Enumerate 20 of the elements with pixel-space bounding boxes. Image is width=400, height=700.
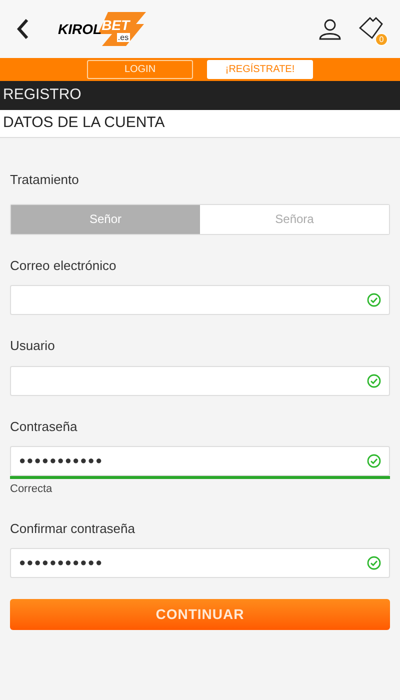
password-field[interactable]: ●●●●●●●●●●● <box>10 548 390 578</box>
register-button[interactable]: ¡REGÍSTRATE! <box>207 60 313 79</box>
user-icon[interactable] <box>318 17 342 41</box>
field-label: Usuario <box>10 337 56 355</box>
betslip-count-badge: 0 <box>375 33 388 46</box>
strength-text: Correcta <box>10 482 54 497</box>
field-label: Confirmar contraseña <box>10 520 136 538</box>
salutation-option[interactable]: Señora <box>200 204 389 234</box>
input-field[interactable] <box>10 285 390 315</box>
password-field[interactable]: ●●●●●●●●●●● <box>10 446 390 476</box>
field-label: Tratamiento <box>10 171 80 189</box>
salutation-option[interactable]: Señor <box>11 204 200 234</box>
login-button[interactable]: LOGIN <box>87 60 193 79</box>
field-label: Correo electrónico <box>10 256 118 274</box>
subsection-header: DATOS DE LA CUENTA <box>0 110 400 138</box>
field-label: Contraseña <box>10 418 78 436</box>
continue-button[interactable]: CONTINUAR <box>10 599 390 630</box>
ticket-icon[interactable] <box>358 16 384 42</box>
section-header: REGISTRO <box>0 81 400 110</box>
input-field[interactable] <box>10 366 390 396</box>
